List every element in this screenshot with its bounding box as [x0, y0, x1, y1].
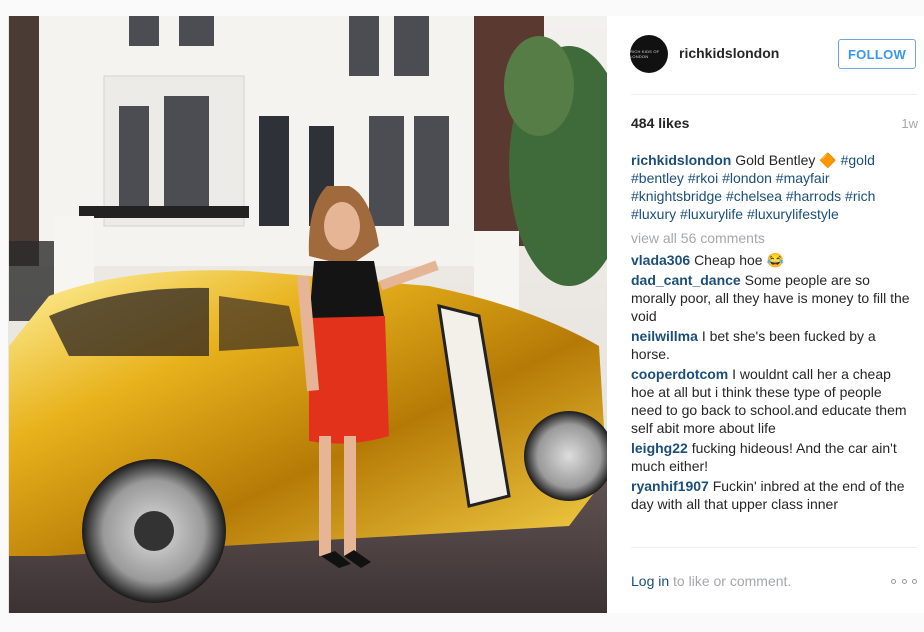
comment-item: ryanhif1907 Fuckin' inbred at the end of…	[631, 477, 913, 513]
hashtag[interactable]: #mayfair	[776, 170, 830, 186]
hashtag[interactable]: #chelsea	[726, 188, 782, 204]
hashtag[interactable]: #london	[722, 170, 772, 186]
comment-item: vlada306 Cheap hoe 😂	[631, 251, 913, 269]
header-divider	[631, 94, 917, 95]
hashtag[interactable]: #harrods	[786, 188, 841, 204]
hashtag[interactable]: #luxurylife	[680, 206, 743, 222]
comment-item: dad_cant_dance Some people are so morall…	[631, 271, 913, 325]
comment-item: neilwillma I bet she's been fucked by a …	[631, 327, 913, 363]
comment-username[interactable]: vlada306	[631, 252, 690, 268]
more-dot	[891, 578, 896, 584]
hashtag[interactable]: #knightsbridge	[631, 188, 722, 204]
more-dot	[912, 578, 917, 584]
avatar-logo-text: RICH KIDS OF LONDON	[630, 49, 660, 59]
post-photo[interactable]	[9, 16, 607, 613]
comment-username[interactable]: ryanhif1907	[631, 478, 709, 494]
likes-row: 484 likes 1w	[631, 115, 918, 133]
comment-username[interactable]: leighg22	[631, 440, 688, 456]
comment-text: Cheap hoe 😂	[694, 252, 784, 268]
caption-username[interactable]: richkidslondon	[631, 152, 731, 168]
caption-text: Gold Bentley 🔶	[735, 152, 837, 168]
comments-list: richkidslondon Gold Bentley 🔶 #gold #ben…	[631, 151, 913, 515]
post-time[interactable]: 1w	[901, 116, 918, 131]
post-header: RICH KIDS OF LONDON richkidslondon FOLLO…	[607, 16, 924, 94]
likes-count[interactable]: 484 likes	[631, 115, 689, 131]
login-prompt: Log in to like or comment.	[631, 573, 917, 593]
login-link[interactable]: Log in	[631, 573, 669, 589]
follow-button[interactable]: FOLLOW	[838, 39, 916, 69]
comment-item: cooperdotcom I wouldnt call her a cheap …	[631, 365, 913, 437]
view-all-comments-link[interactable]: view all 56 comments	[631, 229, 913, 247]
hashtag[interactable]: #luxury	[631, 206, 676, 222]
more-options-icon[interactable]	[891, 576, 917, 586]
comment-username[interactable]: cooperdotcom	[631, 366, 728, 382]
comment-username[interactable]: dad_cant_dance	[631, 272, 741, 288]
hashtag[interactable]: #luxurylifestyle	[747, 206, 839, 222]
more-dot	[901, 578, 907, 584]
hashtag[interactable]: #bentley	[631, 170, 684, 186]
comment-username[interactable]: neilwillma	[631, 328, 698, 344]
login-prompt-text: to like or comment.	[669, 573, 792, 589]
caption: richkidslondon Gold Bentley 🔶 #gold #ben…	[631, 151, 913, 223]
hashtag[interactable]: #rkoi	[688, 170, 718, 186]
avatar[interactable]: RICH KIDS OF LONDON	[630, 35, 668, 73]
hashtag[interactable]: #rich	[845, 188, 875, 204]
post-sidebar: RICH KIDS OF LONDON richkidslondon FOLLO…	[607, 16, 924, 613]
comment-item: leighg22 fucking hideous! And the car ai…	[631, 439, 913, 475]
username-link[interactable]: richkidslondon	[679, 45, 779, 61]
footer-divider	[631, 547, 917, 548]
hashtag[interactable]: #gold	[841, 152, 875, 168]
